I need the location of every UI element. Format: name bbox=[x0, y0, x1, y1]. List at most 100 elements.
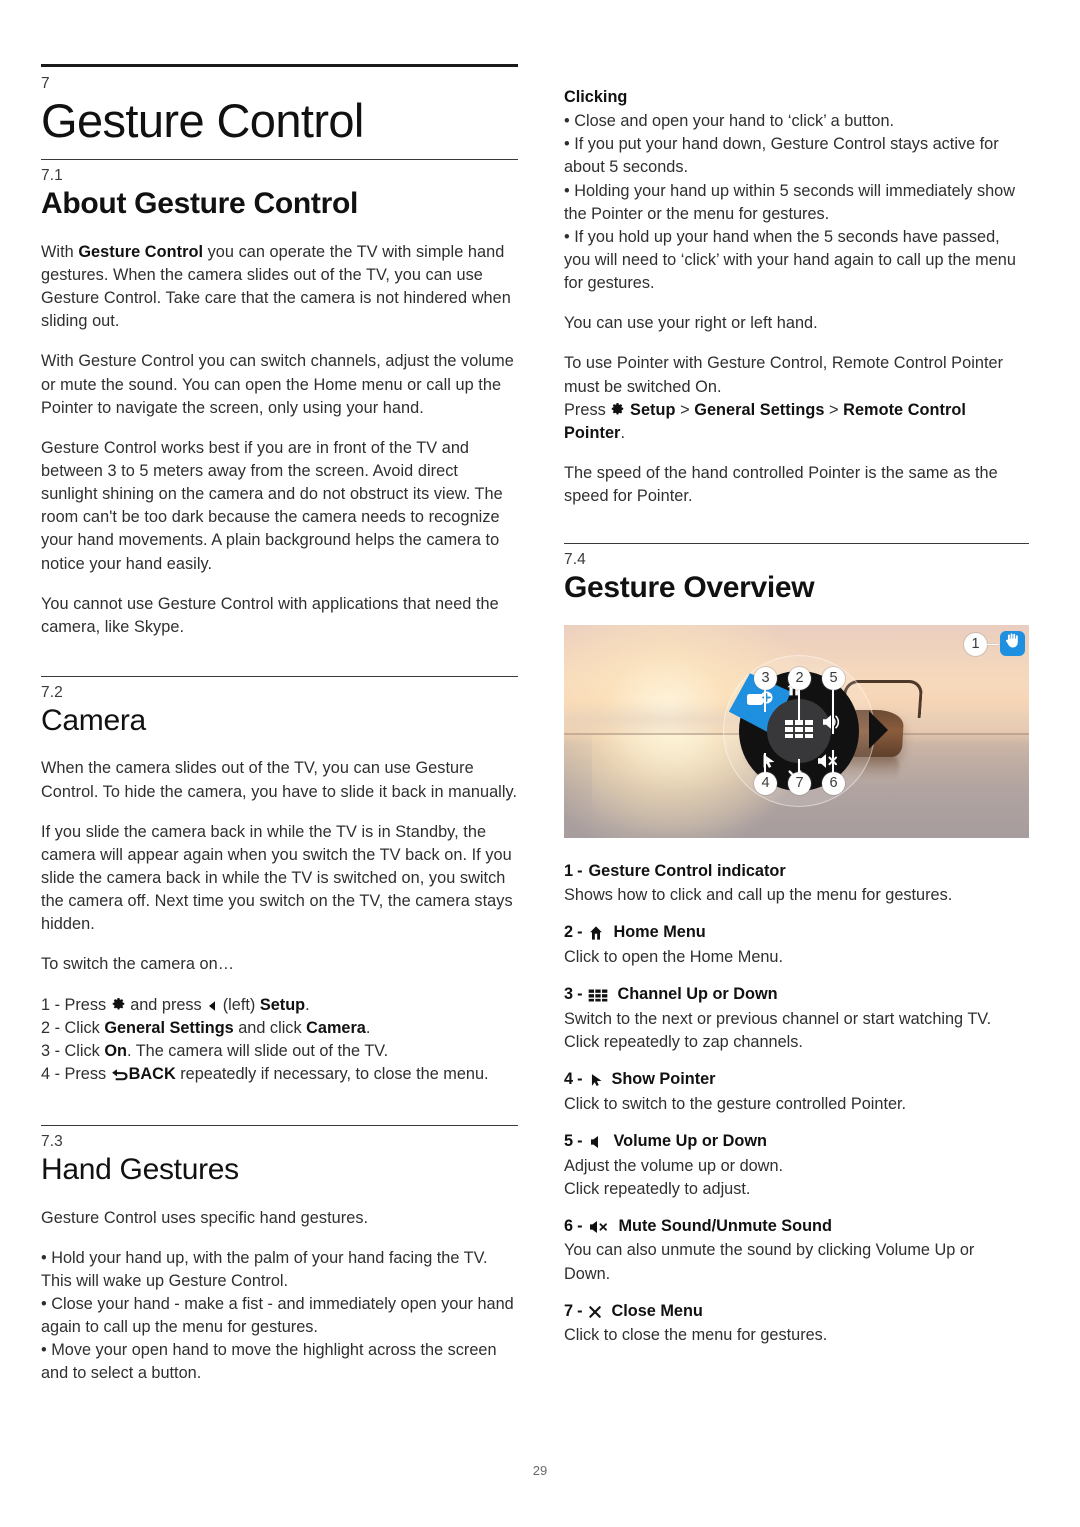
paragraph-pointer-req: To use Pointer with Gesture Control, Rem… bbox=[564, 354, 1004, 396]
page-number: 29 bbox=[532, 1463, 548, 1478]
callout-line-5 bbox=[832, 689, 834, 734]
paragraph-72-2: If you slide the camera back in while th… bbox=[41, 822, 513, 934]
paragraph-hand-choice: You can use your right or left hand. bbox=[564, 314, 818, 333]
section-rule-71 bbox=[41, 159, 518, 161]
gesture-control-indicator bbox=[1000, 630, 1025, 656]
text-run: . bbox=[620, 423, 626, 442]
callout-line-6 bbox=[832, 749, 834, 773]
text-run: . bbox=[305, 995, 310, 1014]
document-page: 7 Gesture Control 7.1 About Gesture Cont… bbox=[0, 0, 1080, 1527]
paragraph-pointer-speed: The speed of the hand controlled Pointer… bbox=[564, 463, 998, 506]
legend-title: 5 - Volume Up or Down bbox=[564, 1130, 1029, 1154]
legend-dash: - bbox=[577, 1301, 583, 1320]
bold-term: Gesture Control bbox=[78, 242, 204, 261]
pointer-icon[interactable] bbox=[757, 751, 777, 771]
bullet-1: • Close and open your hand to ‘click’ a … bbox=[564, 112, 895, 131]
legend-dash: - bbox=[577, 861, 583, 880]
legend-dash: - bbox=[577, 1070, 583, 1089]
callout-6-group: 6 bbox=[822, 771, 845, 795]
text-run: Press bbox=[564, 400, 611, 419]
callout-1-group: 1 bbox=[964, 632, 987, 656]
step-3: 3 - Click On. The camera will slide out … bbox=[41, 1040, 518, 1063]
section-title-72: Camera bbox=[41, 703, 146, 737]
bold-term: Setup bbox=[630, 400, 676, 419]
bullet-3: • Holding your hand up within 5 seconds … bbox=[564, 181, 1015, 223]
legend-label: Gesture Control indicator bbox=[588, 861, 786, 880]
clicking-bullets: • Close and open your hand to ‘click’ a … bbox=[564, 110, 1029, 295]
text-run: > bbox=[824, 400, 844, 419]
bold-term: BACK bbox=[128, 1064, 176, 1083]
legend-item-1: 1 - Gesture Control indicator Shows how … bbox=[564, 860, 1029, 908]
camera-add-icon[interactable] bbox=[745, 689, 775, 711]
section-rule-74 bbox=[564, 543, 1029, 545]
legend-item-5: 5 - Volume Up or Down Adjust the volume … bbox=[564, 1130, 1029, 1201]
chapter-rule bbox=[41, 64, 518, 67]
right-column: Clicking • Close and open your hand to ‘… bbox=[564, 86, 1029, 1361]
page-title: Gesture Control bbox=[41, 94, 364, 148]
legend-description: You can also unmute the sound by clickin… bbox=[564, 1241, 975, 1283]
camera-steps-list: 1 - Press and press (left) Setup. 2 - Cl… bbox=[41, 994, 518, 1087]
step-2: 2 - Click General Settings and click Cam… bbox=[41, 1017, 518, 1040]
legend-item-7: 7 - Close Menu Click to close the menu f… bbox=[564, 1300, 1029, 1348]
legend-title: 6 - Mute Sound/Unmute Sound bbox=[564, 1215, 1029, 1239]
legend-description: Click to switch to the gesture controlle… bbox=[564, 1094, 907, 1113]
arrow-left-icon bbox=[206, 1000, 218, 1012]
legend-number: 6 bbox=[564, 1216, 574, 1235]
bold-term: Camera bbox=[306, 1018, 366, 1037]
paragraph-71-3: Gesture Control works best if you are in… bbox=[41, 438, 503, 573]
legend-label: Mute Sound/Unmute Sound bbox=[618, 1216, 832, 1235]
legend-item-2: 2 - Home Menu Click to open the Home Men… bbox=[564, 921, 1029, 969]
text-run: 3 - Click bbox=[41, 1041, 105, 1060]
pointer-icon bbox=[588, 1073, 602, 1087]
bold-term: General Settings bbox=[104, 1018, 234, 1037]
legend-title: 3 - Channel Up or Down bbox=[564, 983, 1029, 1007]
legend-description: Click to open the Home Menu. bbox=[564, 948, 784, 967]
paragraph-73-1: Gesture Control uses specific hand gestu… bbox=[41, 1208, 369, 1227]
callout-line-7 bbox=[798, 758, 800, 773]
mute-icon[interactable] bbox=[815, 751, 841, 771]
gesture-overview-figure: 1 3 2 5 4 7 6 bbox=[564, 624, 1029, 838]
legend-dash: - bbox=[577, 985, 583, 1004]
back-arrow-icon bbox=[111, 1068, 129, 1081]
text-run: With bbox=[41, 242, 79, 261]
text-run: (left) bbox=[218, 995, 260, 1014]
text-run: . The camera will slide out of the TV. bbox=[126, 1041, 389, 1060]
bold-term: Setup bbox=[259, 995, 306, 1014]
callout-number-3: 3 bbox=[754, 666, 777, 690]
legend-dash: - bbox=[577, 1216, 583, 1235]
chapter-number: 7 bbox=[41, 75, 50, 92]
legend-description: Adjust the volume up or down. Click repe… bbox=[564, 1156, 784, 1198]
step-4: 4 - Press BACK repeatedly if necessary, … bbox=[41, 1063, 518, 1086]
text-run: and press bbox=[125, 995, 207, 1014]
callout-number-7: 7 bbox=[788, 771, 811, 795]
volume-icon bbox=[588, 1135, 604, 1149]
bold-term: On bbox=[104, 1041, 127, 1060]
section-rule-72 bbox=[41, 675, 518, 677]
bullet-2: • Close your hand - make a fist - and im… bbox=[41, 1294, 514, 1337]
legend-number: 3 bbox=[564, 985, 574, 1004]
callout-number-5: 5 bbox=[822, 666, 845, 690]
section-title-74: Gesture Overview bbox=[564, 571, 815, 605]
clicking-heading: Clicking bbox=[564, 88, 628, 106]
callout-5-group: 5 bbox=[822, 666, 845, 690]
legend-number: 5 bbox=[564, 1131, 574, 1150]
hand-gestures-bullets: • Hold your hand up, with the palm of yo… bbox=[41, 1247, 518, 1386]
left-column: 7 Gesture Control 7.1 About Gesture Cont… bbox=[41, 64, 518, 1402]
paragraph-72-1: When the camera slides out of the TV, yo… bbox=[41, 759, 518, 801]
legend-item-3: 3 - Channel Up or Down Switch to the nex… bbox=[564, 983, 1029, 1054]
text-run: > bbox=[675, 400, 695, 419]
callout-line-2 bbox=[798, 689, 800, 722]
text-run: . bbox=[365, 1018, 371, 1037]
legend-description: Shows how to click and call up the menu … bbox=[564, 886, 953, 905]
legend-item-6: 6 - Mute Sound/Unmute Sound You can also… bbox=[564, 1215, 1029, 1286]
volume-icon[interactable] bbox=[820, 711, 842, 733]
mute-icon bbox=[588, 1220, 609, 1234]
bullet-1: • Hold your hand up, with the palm of yo… bbox=[41, 1248, 488, 1290]
paragraph-71-2: With Gesture Control you can switch chan… bbox=[41, 352, 514, 417]
wheel-pointer-arrow bbox=[868, 711, 888, 750]
callout-3-group: 3 bbox=[754, 666, 777, 690]
callout-7-group: 7 bbox=[788, 771, 811, 795]
callout-number-4: 4 bbox=[754, 771, 777, 795]
hand-icon bbox=[1004, 632, 1021, 654]
paragraph-71-4: You cannot use Gesture Control with appl… bbox=[41, 594, 499, 636]
